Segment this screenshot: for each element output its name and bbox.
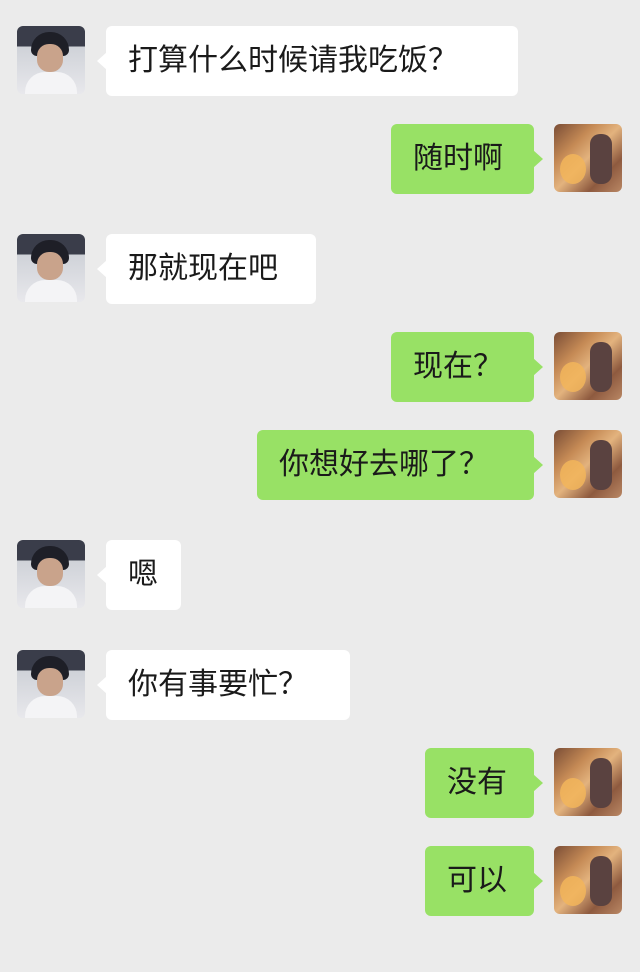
message-row: 打算什么时候请我吃饭？ <box>0 26 640 98</box>
contact-avatar[interactable] <box>17 234 85 302</box>
self-avatar[interactable] <box>554 430 622 498</box>
incoming-message-bubble[interactable]: 打算什么时候请我吃饭？ <box>97 26 518 96</box>
message-row: 随时啊 <box>0 124 640 196</box>
contact-avatar[interactable] <box>17 26 85 94</box>
self-avatar[interactable] <box>554 748 622 816</box>
message-row: 那就现在吧 <box>0 234 640 306</box>
self-avatar[interactable] <box>554 332 622 400</box>
chat-area: 打算什么时候请我吃饭？ 随时啊 那就现在吧 现在？ 你想好去哪了？ 嗯 你有事要… <box>0 0 640 972</box>
incoming-message-bubble[interactable]: 那就现在吧 <box>97 234 316 304</box>
self-avatar[interactable] <box>554 846 622 914</box>
incoming-message-bubble[interactable]: 你有事要忙？ <box>97 650 350 720</box>
contact-avatar[interactable] <box>17 650 85 718</box>
message-row: 可以 <box>0 846 640 918</box>
outgoing-message-bubble[interactable]: 随时啊 <box>391 124 543 194</box>
message-row: 嗯 <box>0 540 640 612</box>
self-avatar[interactable] <box>554 124 622 192</box>
outgoing-message-bubble[interactable]: 没有 <box>425 748 543 818</box>
contact-avatar[interactable] <box>17 540 85 608</box>
incoming-message-bubble[interactable]: 嗯 <box>97 540 181 610</box>
outgoing-message-bubble[interactable]: 你想好去哪了？ <box>257 430 543 500</box>
message-row: 没有 <box>0 748 640 820</box>
message-row: 你想好去哪了？ <box>0 430 640 502</box>
outgoing-message-bubble[interactable]: 可以 <box>425 846 543 916</box>
message-row: 现在？ <box>0 332 640 404</box>
outgoing-message-bubble[interactable]: 现在？ <box>391 332 543 402</box>
message-row: 你有事要忙？ <box>0 650 640 722</box>
